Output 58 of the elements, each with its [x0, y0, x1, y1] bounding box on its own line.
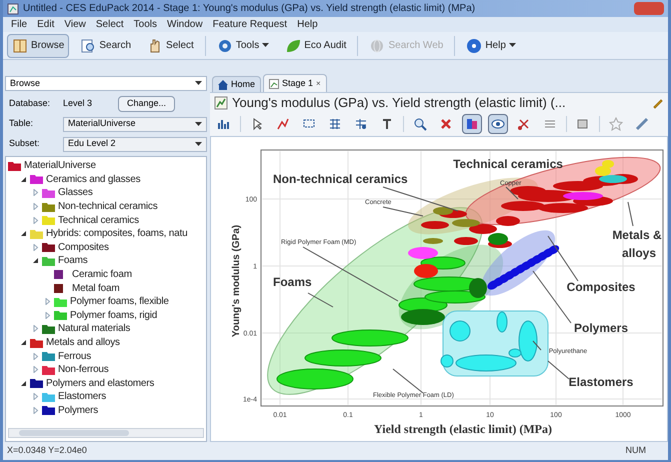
tree-item[interactable]: Ferrous — [58, 348, 92, 364]
tree-item[interactable]: Technical ceramics — [58, 212, 139, 228]
tree-item[interactable]: Metals and alloys — [46, 335, 120, 350]
tree-item[interactable]: Glasses — [58, 185, 93, 200]
toolbar-button[interactable]: Eco Audit — [280, 34, 352, 58]
close-tab-icon[interactable]: × — [316, 78, 321, 90]
tree-item[interactable]: Non-ferrous — [58, 362, 109, 378]
axis-title: Yield strength (elastic limit) (MPa) — [374, 422, 552, 436]
menu-item[interactable]: Tools — [134, 17, 158, 32]
toolbar-button[interactable]: Browse — [7, 34, 70, 58]
chart-title: Young's modulus (GPa) vs. Yield strength (elastic limit) (... — [232, 94, 566, 112]
chart-annotation: Non-technical ceramics — [273, 172, 408, 186]
menu-item[interactable]: File — [11, 17, 28, 32]
tab[interactable]: Home — [212, 76, 262, 92]
menu-item[interactable]: Help — [297, 17, 318, 32]
menu-item[interactable]: Window — [167, 17, 203, 32]
window-title: Untitled - CES EduPack 2014 - Stage 1: Young's modulus (GPa) vs. Yield strength (elastic limit) (MPa) — [23, 2, 476, 16]
chart-annotation: Elastomers — [568, 375, 634, 389]
menu-item[interactable]: Feature Request — [212, 17, 288, 32]
tree-item[interactable]: Elastomers — [58, 389, 106, 404]
tree-item[interactable]: Polymers and elastomers — [46, 376, 154, 391]
status-coordinates: X=0.0348 Y=2.04e0 — [7, 444, 87, 458]
tree-item[interactable]: Non-technical ceramics — [58, 199, 158, 214]
field-label: Database: — [8, 96, 52, 110]
change-button[interactable]: Change... — [118, 96, 176, 112]
tree-item[interactable]: Polymer foams, flexible — [70, 294, 169, 310]
tree-item[interactable]: Metal foam — [72, 280, 120, 296]
tree-item[interactable]: Ceramics and glasses — [46, 172, 140, 187]
tree-item[interactable]: Natural materials — [58, 321, 130, 336]
tab[interactable]: Stage 1 × — [263, 74, 327, 92]
chart-annotation: Composites — [566, 280, 636, 294]
chart-annotation: Technical ceramics — [453, 157, 563, 171]
menu-item[interactable]: Select — [96, 17, 124, 32]
field-label: Table: — [8, 117, 34, 130]
menu-item[interactable]: View — [64, 17, 86, 32]
tree-item[interactable]: MaterialUniverse — [24, 158, 96, 174]
toolbar-button[interactable]: Help — [461, 34, 521, 58]
tree-item[interactable]: Foams — [58, 253, 88, 268]
chart-annotation: Metals & — [612, 228, 662, 242]
status-num: NUM — [626, 444, 647, 458]
table-dropdown[interactable]: MaterialUniverse — [63, 116, 207, 132]
subset-dropdown[interactable]: Edu Level 2 — [63, 136, 207, 152]
toolbar-button[interactable]: Select — [142, 34, 199, 58]
chart-annotation: Polymers — [574, 321, 628, 335]
database-value: Level 3 — [63, 96, 94, 110]
tree-item[interactable]: Composites — [58, 240, 109, 255]
field-label: Subset: — [8, 137, 41, 150]
tree-item[interactable]: Polymer foams, rigid — [70, 308, 158, 323]
axis-title: Young's modulus (GPa) — [231, 224, 242, 338]
mode-dropdown[interactable]: Browse — [5, 76, 207, 91]
toolbar-button[interactable]: Search — [75, 34, 136, 58]
tree-item[interactable]: Ceramic foam — [72, 267, 132, 282]
tree-item[interactable]: Polymers — [58, 402, 98, 418]
toolbar-button[interactable]: Tools — [212, 34, 274, 58]
tree-item[interactable]: Hybrids: composites, foams, natu — [46, 226, 188, 242]
menu-item[interactable]: Edit — [37, 17, 54, 32]
chart-annotation: alloys — [622, 246, 656, 260]
chart-annotation: Foams — [273, 275, 312, 289]
